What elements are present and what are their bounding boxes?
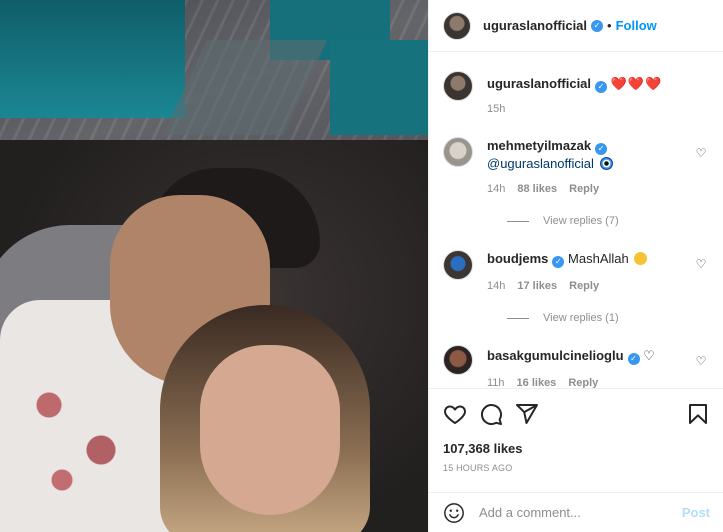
comment-meta: 14h 17 likes Reply [487, 280, 599, 292]
commenter-username[interactable]: basakgumulcinelioglu [487, 348, 624, 363]
likes-count[interactable]: 107,368 likes [443, 441, 523, 456]
bookmark-icon[interactable] [686, 402, 710, 426]
post-comment-button[interactable]: Post [682, 505, 710, 520]
face-blowing-kiss-icon [634, 252, 648, 265]
share-paper-plane-icon[interactable] [515, 402, 539, 426]
author-username[interactable]: uguraslanofficial [483, 18, 587, 33]
like-heart-icon[interactable] [443, 402, 467, 426]
verified-badge-icon: ✓ [552, 256, 565, 268]
post-header: uguraslanofficial ✓ • Follow [429, 0, 723, 52]
comments-list[interactable]: uguraslanofficial ✓ ❤️❤️❤️ 15h mehmetyilm… [429, 53, 723, 388]
comment-time: 11h [487, 377, 505, 388]
comment-body: basakgumulcinelioglu ✓ ♡ [487, 347, 697, 365]
comment-likes[interactable]: 16 likes [517, 377, 557, 388]
comment-like-heart-icon[interactable]: ♡ [695, 355, 707, 367]
post-photo[interactable] [0, 0, 428, 532]
reply-button[interactable]: Reply [569, 183, 599, 195]
view-replies-button[interactable]: View replies (7) [507, 215, 619, 227]
commenter-username[interactable]: mehmetyilmazak [487, 138, 591, 153]
commenter-avatar[interactable] [443, 250, 473, 280]
comment-bubble-icon[interactable] [479, 402, 503, 426]
post-actions: 107,368 likes 15 HOURS AGO [429, 388, 723, 478]
add-comment-bar: Post [429, 492, 723, 532]
comment-mention[interactable]: @uguraslanofficial [487, 156, 594, 171]
commenter-avatar[interactable] [443, 137, 473, 167]
emoji-smiley-icon[interactable] [443, 502, 465, 524]
verified-badge-icon: ✓ [591, 19, 604, 32]
comment-like-heart-icon[interactable]: ♡ [695, 147, 707, 159]
verified-badge-icon: ✓ [595, 143, 608, 155]
photo-teal-wall [0, 0, 185, 118]
reply-button[interactable]: Reply [569, 280, 599, 292]
caption-time: 15h [487, 103, 506, 115]
comment-text: MashAllah [568, 251, 629, 266]
caption-avatar[interactable] [443, 71, 473, 101]
caption-meta: 15h [487, 103, 505, 115]
follow-button[interactable]: Follow [616, 18, 657, 33]
comment-like-heart-icon[interactable]: ♡ [695, 258, 707, 270]
comment-meta: 14h 88 likes Reply [487, 183, 599, 195]
instagram-post: uguraslanofficial ✓ • Follow uguraslanof… [0, 0, 723, 532]
commenter-avatar[interactable] [443, 345, 473, 375]
comment-time: 14h [487, 183, 506, 195]
separator-dot: • [607, 18, 612, 33]
caption-username[interactable]: uguraslanofficial [487, 76, 591, 91]
post-sidebar: uguraslanofficial ✓ • Follow uguraslanof… [428, 0, 723, 532]
action-icons-bar [443, 401, 710, 427]
post-timestamp[interactable]: 15 HOURS AGO [443, 463, 512, 473]
comment-input[interactable] [479, 505, 682, 520]
comment-meta: 11h 16 likes Reply [487, 377, 598, 388]
caption-body: uguraslanofficial ✓ ❤️❤️❤️ [487, 75, 697, 93]
comment-body: mehmetyilmazak ✓ @uguraslanofficial [487, 137, 697, 172]
replies-divider-line [507, 220, 529, 222]
comment-body: boudjems ✓ MashAllah [487, 250, 697, 268]
caption-text: ❤️❤️❤️ [610, 76, 663, 91]
view-replies-label: View replies (7) [543, 215, 619, 227]
photo-shirt-print [10, 360, 140, 510]
photo-woman-face [200, 345, 340, 515]
verified-badge-icon: ✓ [595, 81, 608, 93]
view-replies-button[interactable]: View replies (1) [507, 312, 619, 324]
commenter-username[interactable]: boudjems [487, 251, 548, 266]
comment-likes[interactable]: 88 likes [517, 183, 557, 195]
comment-time: 14h [487, 280, 506, 292]
verified-badge-icon: ✓ [627, 353, 640, 365]
comment-text: ♡ [643, 348, 655, 363]
comment-likes[interactable]: 17 likes [517, 280, 557, 292]
author-avatar[interactable] [443, 11, 471, 40]
photo-teal-wall [330, 40, 428, 135]
reply-button[interactable]: Reply [568, 377, 598, 388]
evil-eye-icon [599, 157, 613, 170]
replies-divider-line [507, 317, 529, 319]
view-replies-label: View replies (1) [543, 312, 619, 324]
